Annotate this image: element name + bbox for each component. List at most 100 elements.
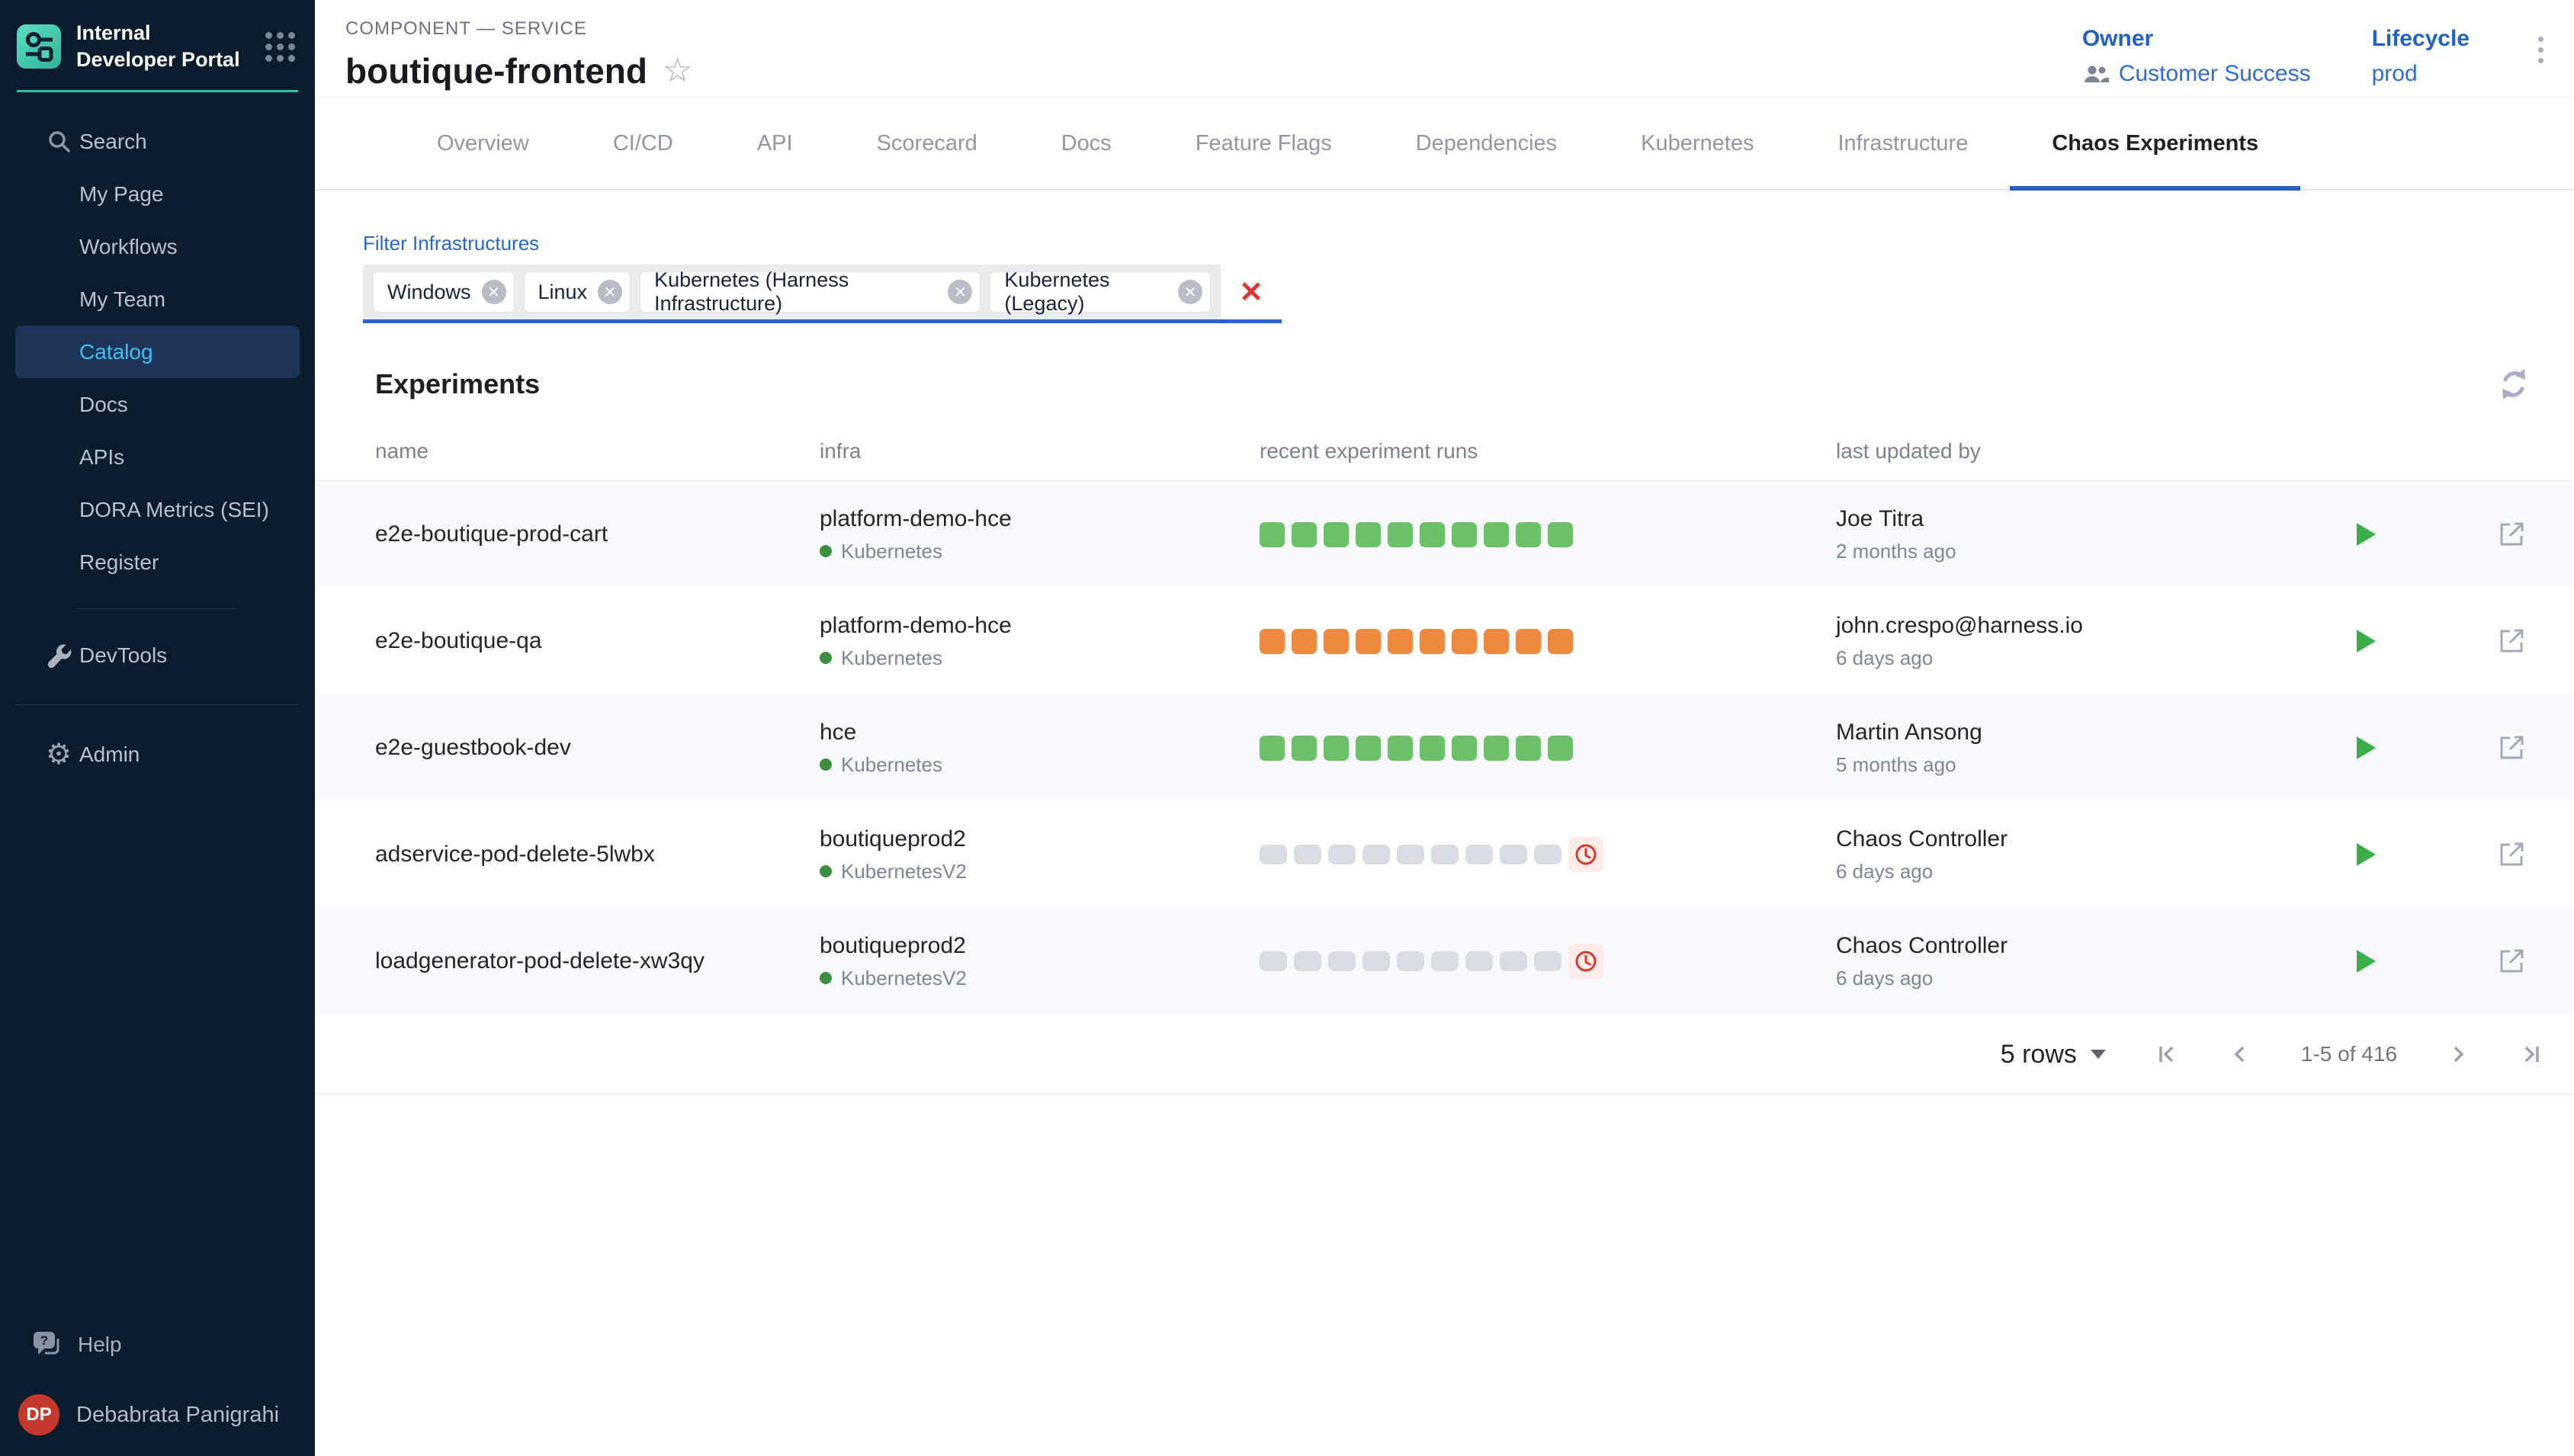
infrastructure-filter-select[interactable]: Windows✕ Linux✕Kubernetes (Harness Infras… <box>363 265 1282 323</box>
run-success-square <box>1484 522 1509 547</box>
sidebar-item-docs[interactable]: Docs <box>15 378 300 431</box>
table-row[interactable]: adservice-pod-delete-5lwbxboutiqueprod2K… <box>315 801 2574 908</box>
run-none-square <box>1362 845 1390 864</box>
sidebar-item-admin[interactable]: ⚙Admin <box>15 728 300 781</box>
run-failed-square <box>1420 629 1445 654</box>
status-dot <box>820 972 832 984</box>
last-page-button[interactable] <box>2519 1042 2544 1066</box>
run-none-square <box>1465 845 1493 864</box>
table-body: e2e-boutique-prod-cartplatform-demo-hceK… <box>315 481 2574 1015</box>
recent-experiment-runs <box>1260 629 1836 654</box>
tab-docs[interactable]: Docs <box>1019 98 1154 189</box>
run-none-square <box>1534 845 1561 864</box>
tab-chaos-experiments[interactable]: Chaos Experiments <box>2010 98 2300 189</box>
svg-text:?: ? <box>40 1333 48 1348</box>
last-updated-by: Chaos Controller6 days ago <box>1836 933 2333 990</box>
first-page-button[interactable] <box>2155 1042 2179 1066</box>
recent-experiment-runs <box>1260 736 1836 761</box>
next-page-button[interactable] <box>2446 1042 2470 1066</box>
filter-chip-kubernetes-harness-infrastructure[interactable]: Kubernetes (Harness Infrastructure)✕ <box>640 272 980 312</box>
sidebar-item-workflows[interactable]: Workflows <box>15 220 300 273</box>
run-experiment-button[interactable] <box>2354 948 2377 974</box>
run-experiment-button[interactable] <box>2354 842 2377 868</box>
recent-experiment-runs <box>1260 944 1836 979</box>
favorite-star-icon[interactable]: ☆ <box>663 54 692 88</box>
infra-name: boutiqueprod2 <box>820 933 1260 959</box>
infra-name: platform-demo-hce <box>820 613 1260 639</box>
sidebar-item-my-page[interactable]: My Page <box>15 168 300 220</box>
infra-name: hce <box>820 720 1260 746</box>
filter-chips-box[interactable]: Windows✕ Linux✕Kubernetes (Harness Infras… <box>363 265 1221 319</box>
tab-scorecard[interactable]: Scorecard <box>835 98 1019 189</box>
run-success-square <box>1548 736 1573 761</box>
sidebar-item-my-team[interactable]: My Team <box>15 273 300 326</box>
experiment-infra: platform-demo-hceKubernetes <box>820 506 1260 563</box>
sidebar-item-label: My Team <box>79 287 165 312</box>
help-button[interactable]: ? Help <box>15 1318 300 1371</box>
filter-infrastructures-label[interactable]: Filter Infrastructures <box>363 232 2574 255</box>
run-experiment-button[interactable] <box>2354 521 2377 547</box>
tab-feature-flags[interactable]: Feature Flags <box>1154 98 1374 189</box>
table-row[interactable]: e2e-guestbook-devhceKubernetesMartin Ans… <box>315 694 2574 801</box>
sidebar-item-label: My Page <box>79 182 164 207</box>
sidebar-item-label: DORA Metrics (SEI) <box>79 498 269 522</box>
open-experiment-icon[interactable] <box>2496 733 2527 763</box>
sidebar-item-dora-metrics-sei[interactable]: DORA Metrics (SEI) <box>15 483 300 536</box>
chip-remove-icon[interactable]: ✕ <box>482 280 506 304</box>
open-experiment-icon[interactable] <box>2496 839 2527 870</box>
run-none-square <box>1328 951 1356 971</box>
run-failed-square <box>1388 629 1413 654</box>
tab-dependencies[interactable]: Dependencies <box>1374 98 1599 189</box>
filter-chip-windows[interactable]: Windows✕ <box>374 272 514 312</box>
sidebar-nav: Search My Page Workflows My Team CatalogDocs… <box>0 92 315 781</box>
sidebar-bottom: ? Help DP Debabrata Panigrahi <box>0 1318 315 1456</box>
chip-remove-icon[interactable]: ✕ <box>598 280 622 304</box>
run-success-square <box>1292 522 1317 547</box>
sidebar-item-catalog[interactable]: Catalog <box>15 326 300 378</box>
infra-type: Kubernetes <box>820 753 1260 777</box>
run-success-square <box>1516 736 1541 761</box>
user-menu[interactable]: DP Debabrata Panigrahi <box>15 1383 300 1447</box>
experiments-heading: Experiments <box>375 368 540 400</box>
table-row[interactable]: e2e-boutique-qaplatform-demo-hceKubernet… <box>315 588 2574 694</box>
run-experiment-button[interactable] <box>2354 628 2377 654</box>
run-success-square <box>1484 736 1509 761</box>
run-success-square <box>1356 736 1381 761</box>
run-failed-square <box>1324 629 1349 654</box>
run-experiment-button[interactable] <box>2354 735 2377 761</box>
entity-tabs: OverviewCI/CDAPIScorecardDocsFeature Fla… <box>315 98 2574 191</box>
prev-page-button[interactable] <box>2228 1042 2252 1066</box>
rows-per-page-select[interactable]: 5 rows <box>2001 1040 2106 1070</box>
filter-chip-kubernetes-legacy[interactable]: Kubernetes (Legacy)✕ <box>990 272 1210 312</box>
sidebar-item-apis[interactable]: APIs <box>15 431 300 483</box>
sidebar-item-search[interactable]: Search <box>15 115 300 168</box>
sidebar-item-devtools[interactable]: DevTools <box>15 629 300 681</box>
apps-grid-icon[interactable] <box>265 32 295 62</box>
owner-link[interactable]: Customer Success <box>2119 61 2311 87</box>
chip-remove-icon[interactable]: ✕ <box>948 280 972 304</box>
run-success-square <box>1388 736 1413 761</box>
tab-kubernetes[interactable]: Kubernetes <box>1599 98 1796 189</box>
updated-by-name: Chaos Controller <box>1836 933 2333 959</box>
refresh-icon[interactable] <box>2496 367 2531 402</box>
tab-overview[interactable]: Overview <box>395 98 571 189</box>
run-none-square <box>1294 951 1321 971</box>
tab-api[interactable]: API <box>715 98 835 189</box>
people-icon <box>2082 64 2110 84</box>
table-row[interactable]: e2e-boutique-prod-cartplatform-demo-hceK… <box>315 481 2574 588</box>
open-experiment-icon[interactable] <box>2496 946 2527 977</box>
tab-ci-cd[interactable]: CI/CD <box>571 98 715 189</box>
table-row[interactable]: loadgenerator-pod-delete-xw3qyboutiquepr… <box>315 908 2574 1015</box>
kebab-menu-icon[interactable] <box>2531 26 2551 74</box>
experiment-name: e2e-guestbook-dev <box>375 735 820 761</box>
run-success-square <box>1260 522 1285 547</box>
open-experiment-icon[interactable] <box>2496 519 2527 550</box>
clear-filters-icon[interactable]: ✕ <box>1221 265 1282 319</box>
filter-chip-linux[interactable]: Linux✕ <box>525 272 631 312</box>
open-experiment-icon[interactable] <box>2496 626 2527 656</box>
run-failed-square <box>1452 629 1477 654</box>
run-none-square <box>1260 951 1287 971</box>
tab-infrastructure[interactable]: Infrastructure <box>1796 98 2010 189</box>
sidebar-item-register[interactable]: Register <box>15 536 300 588</box>
chip-remove-icon[interactable]: ✕ <box>1178 280 1202 304</box>
